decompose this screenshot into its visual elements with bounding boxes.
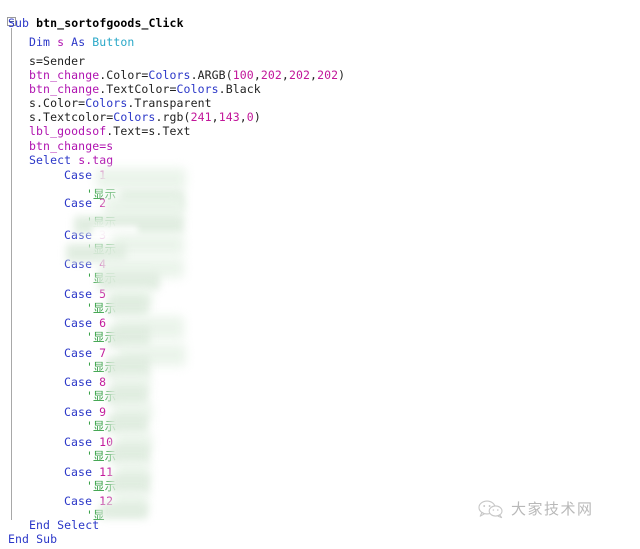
code-token: Sub bbox=[8, 16, 30, 30]
code-token: '显示 bbox=[86, 301, 117, 315]
code-token: As bbox=[71, 35, 86, 49]
code-token: 0 bbox=[246, 110, 254, 124]
code-token: End Sub bbox=[8, 532, 58, 546]
redacted-region bbox=[114, 402, 152, 422]
code-token: ) bbox=[338, 68, 346, 82]
code-token: , bbox=[281, 68, 289, 82]
code-token: btn_sortofgoods_Click bbox=[36, 16, 184, 30]
code-token: lbl_goodsof bbox=[29, 124, 107, 138]
redacted-region bbox=[112, 234, 184, 256]
watermark: 大家技术网 bbox=[478, 498, 594, 519]
code-token: '显示 bbox=[86, 449, 117, 463]
redacted-region bbox=[112, 374, 150, 394]
code-token: 202 bbox=[260, 68, 282, 82]
code-token: 2 bbox=[99, 196, 107, 210]
code-token: 1 bbox=[99, 168, 107, 182]
code-line[interactable]: Case 1 bbox=[0, 166, 106, 185]
code-token: '显示 bbox=[86, 389, 117, 403]
watermark-text: 大家技术网 bbox=[511, 500, 594, 518]
code-token: .Black bbox=[218, 82, 261, 96]
code-token: Case bbox=[64, 196, 93, 210]
code-line[interactable]: Sub btn_sortofgoods_Click bbox=[0, 14, 184, 33]
code-token: .Text=s.Text bbox=[106, 124, 191, 138]
code-token: Select bbox=[29, 153, 72, 167]
code-line[interactable]: End Sub bbox=[0, 530, 57, 549]
code-token: '显示 bbox=[86, 242, 117, 256]
code-token: Dim bbox=[29, 35, 51, 49]
code-token: '显示 bbox=[86, 360, 117, 374]
redacted-region bbox=[116, 432, 152, 452]
code-token: '显示 bbox=[86, 419, 117, 433]
redacted-region bbox=[114, 316, 184, 340]
code-token: '显示 bbox=[86, 271, 117, 285]
code-token: '显示 bbox=[86, 479, 117, 493]
code-token: 241 bbox=[190, 110, 212, 124]
code-token: 202 bbox=[317, 68, 339, 82]
wechat-logo-icon bbox=[478, 499, 504, 519]
code-token: 202 bbox=[288, 68, 311, 82]
code-line[interactable]: Case 2 bbox=[0, 194, 106, 213]
code-token: , bbox=[211, 110, 219, 124]
code-token: s.tag bbox=[78, 153, 114, 167]
redacted-region bbox=[116, 462, 150, 482]
code-token: , bbox=[239, 110, 247, 124]
redacted-region bbox=[110, 288, 152, 310]
code-token: Case bbox=[64, 168, 93, 182]
redacted-region bbox=[120, 190, 184, 210]
code-line[interactable]: Dim s As Button bbox=[0, 33, 134, 52]
code-editor-canvas: Sub btn_sortofgoods_Click Dim s As Button… bbox=[0, 0, 640, 546]
code-token: ) bbox=[253, 110, 261, 124]
redacted-region bbox=[118, 344, 186, 366]
code-token: , bbox=[310, 68, 318, 82]
redacted-region bbox=[114, 492, 148, 510]
code-token: '显示 bbox=[86, 330, 117, 344]
code-token: 143 bbox=[218, 110, 240, 124]
code-token: Button bbox=[92, 35, 135, 49]
